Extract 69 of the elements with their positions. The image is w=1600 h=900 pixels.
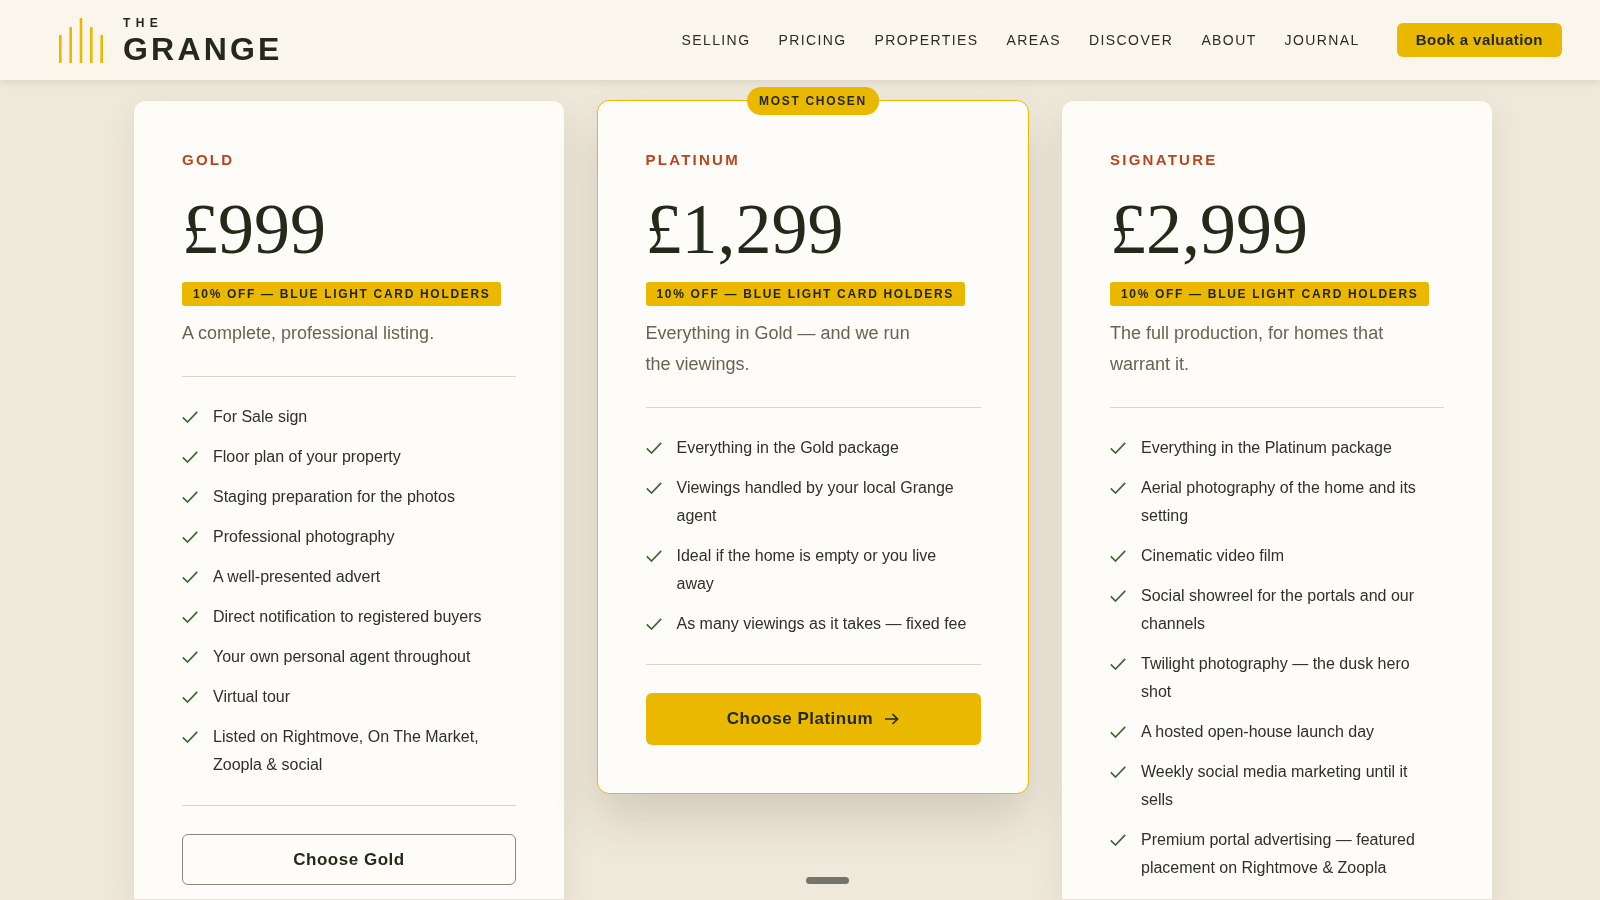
feature-text: Viewings handled by your local Grange agent [676, 477, 955, 526]
check-icon [1110, 550, 1126, 562]
check-icon [645, 549, 662, 562]
check-icon [1110, 726, 1126, 738]
check-icon [1110, 590, 1126, 602]
logo-overline: THE [123, 17, 165, 29]
check-icon [1110, 442, 1126, 454]
feature-text: Everything in the Platinum package [1141, 438, 1392, 458]
plan-price: £999 [182, 193, 326, 265]
check-icon [1110, 834, 1126, 846]
feature-text: Your own personal agent throughout [213, 647, 471, 667]
feature-text: Listed on Rightmove, On The Market, Zoopla & social [213, 727, 480, 775]
feature-text: Twilight photography — the dusk hero shot [1141, 654, 1411, 702]
nav-link[interactable]: AREAS [1006, 30, 1062, 50]
plan-name: PLATINUM [645, 149, 741, 170]
check-icon [182, 691, 198, 703]
choose-plan-button[interactable]: Choose Platinum [645, 692, 981, 745]
check-icon [182, 491, 198, 503]
book-valuation-button[interactable]: Book a valuation [1396, 23, 1562, 57]
plan-badge: MOST CHOSEN [747, 87, 879, 115]
nav-link[interactable]: JOURNAL [1284, 30, 1360, 50]
logo-wordmark: GRANGE [123, 33, 283, 65]
nav-link[interactable]: PROPERTIES [874, 30, 979, 50]
feature-text: Cinematic video film [1141, 546, 1285, 566]
discount-badge: 10% OFF — BLUE LIGHT CARD HOLDERS [1110, 282, 1430, 306]
check-icon [182, 531, 198, 543]
feature-text: Staging preparation for the photos [213, 487, 455, 507]
plan-price: £1,299 [645, 192, 844, 265]
check-icon [645, 441, 662, 454]
nav-link[interactable]: DISCOVER [1089, 30, 1174, 50]
drag-handle-icon [806, 877, 849, 884]
check-icon [182, 571, 198, 583]
feature-text: A hosted open-house launch day [1141, 722, 1375, 742]
feature-text: Direct notification to registered buyers [213, 607, 482, 627]
check-icon [182, 451, 198, 463]
check-icon [645, 481, 662, 494]
feature-text: Weekly social media marketing until it sells [1141, 762, 1409, 810]
plan-description: The full production, for homes that warrant it. [1110, 322, 1385, 376]
check-icon [1110, 658, 1126, 670]
nav-link[interactable]: SELLING [681, 30, 751, 50]
feature-text: For Sale sign [213, 407, 308, 427]
plan-description: A complete, professional listing. [182, 322, 436, 345]
feature-text: Professional photography [213, 527, 395, 547]
plan-name: GOLD [182, 150, 236, 170]
feature-text: As many viewings as it takes — fixed fee [676, 613, 967, 634]
nav-link[interactable]: PRICING [778, 30, 847, 50]
feature-text: Premium portal advertising — featured placement on Rightmove & Zoopla [1141, 830, 1416, 878]
nav-link[interactable]: ABOUT [1201, 30, 1257, 50]
feature-text: Everything in the Gold package [676, 437, 899, 458]
feature-text: Floor plan of your property [213, 447, 401, 467]
feature-text: Virtual tour [213, 687, 291, 707]
check-icon [1110, 766, 1126, 778]
check-icon [645, 617, 662, 630]
feature-text: Social showreel for the portals and our channels [1141, 586, 1416, 634]
plan-price: £2,999 [1110, 193, 1308, 265]
check-icon [182, 651, 198, 663]
check-icon [1110, 482, 1126, 494]
plan-name: SIGNATURE [1110, 150, 1219, 170]
plan-description: Everything in Gold — and we run the viewings. [645, 321, 911, 376]
logo-bars-icon [59, 17, 103, 63]
discount-badge: 10% OFF — BLUE LIGHT CARD HOLDERS [182, 282, 502, 306]
choose-plan-button[interactable]: Choose Gold [182, 834, 516, 885]
feature-text: Aerial photography of the home and its setting [1141, 478, 1417, 526]
check-icon [182, 411, 198, 423]
check-icon [182, 731, 198, 743]
feature-text: Ideal if the home is empty or you live away [676, 545, 938, 594]
check-icon [182, 611, 198, 623]
discount-badge: 10% OFF — BLUE LIGHT CARD HOLDERS [645, 281, 965, 306]
feature-text: A well-presented advert [213, 567, 381, 587]
